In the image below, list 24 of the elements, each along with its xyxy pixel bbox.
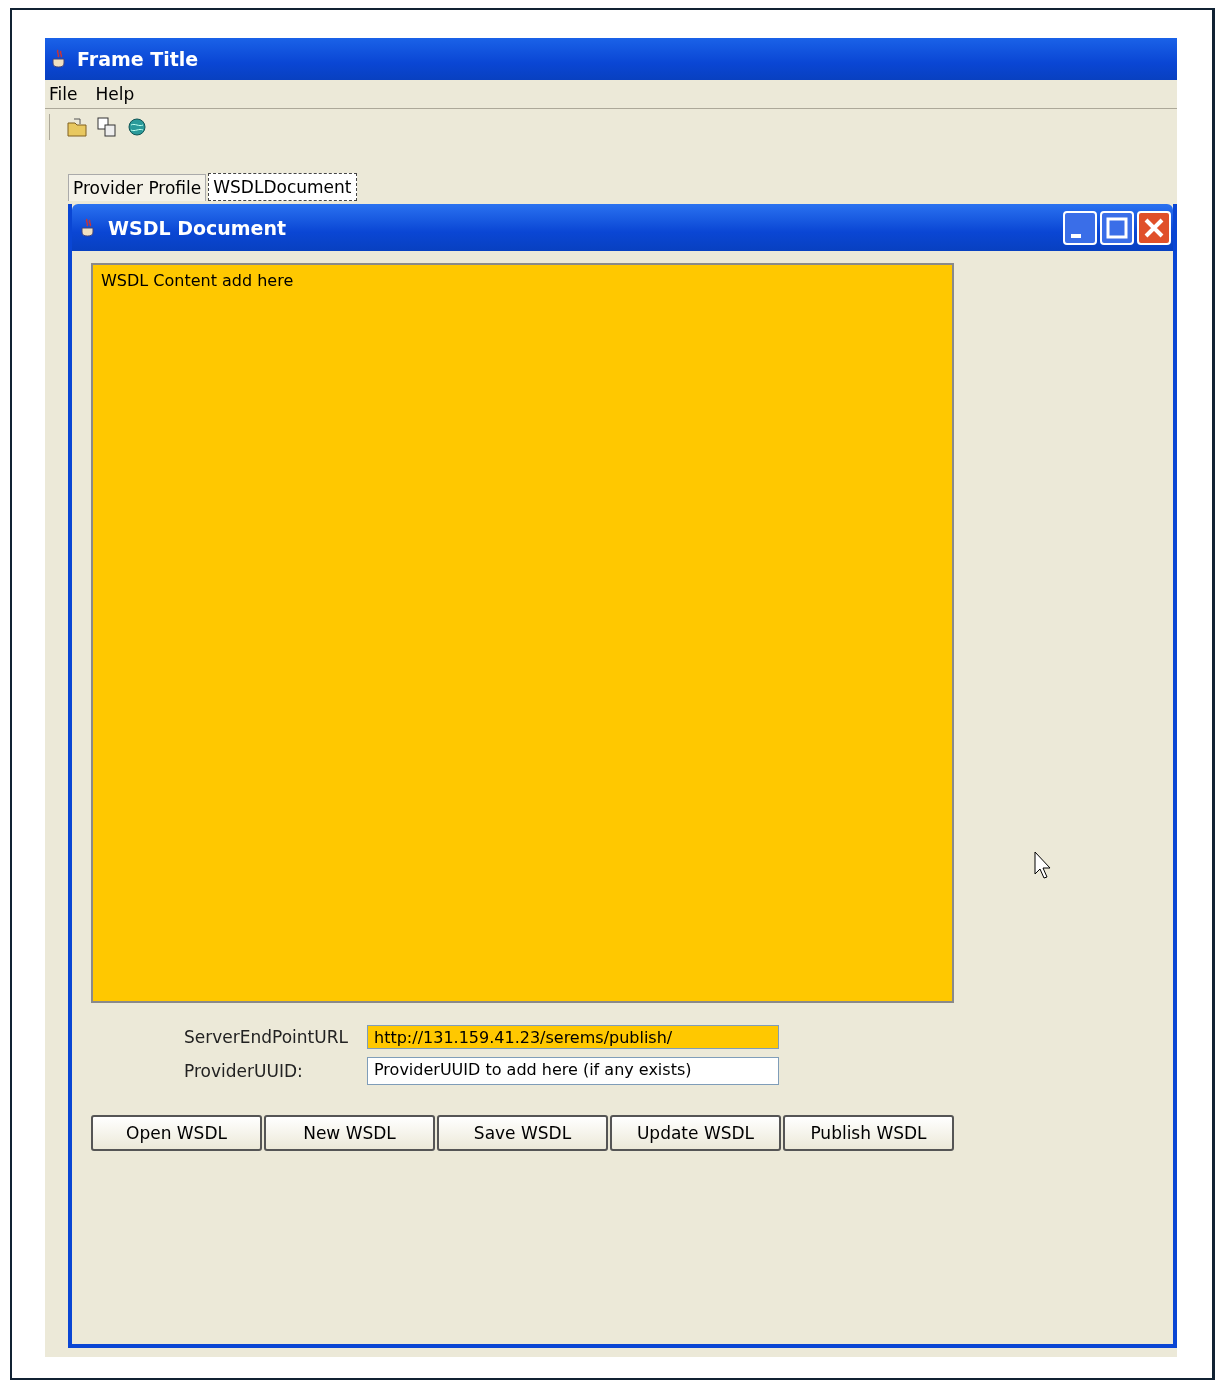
action-button[interactable]: Open WSDL [91, 1115, 262, 1151]
close-button[interactable] [1137, 210, 1171, 245]
minimize-button[interactable] [1063, 210, 1097, 245]
input-field[interactable]: http://131.159.41.23/serems/publish/ [367, 1025, 779, 1049]
action-button[interactable]: Save WSDL [437, 1115, 608, 1151]
field-label: ServerEndPointURL [184, 1027, 349, 1047]
window-title: Frame Title [77, 48, 199, 70]
globe-icon[interactable] [126, 116, 148, 138]
tab[interactable]: WSDLDocument [208, 173, 357, 201]
action-button[interactable]: Publish WSDL [783, 1115, 954, 1151]
window-title: WSDL Document [108, 216, 287, 239]
action-button[interactable]: Update WSDL [610, 1115, 781, 1151]
java-cup-icon [80, 216, 96, 239]
input-field[interactable]: ProviderUUID to add here (if any exists) [367, 1057, 779, 1085]
text-area[interactable]: WSDL Content add here [91, 263, 954, 1003]
maximize-button[interactable] [1100, 210, 1134, 245]
action-button[interactable]: New WSDL [264, 1115, 435, 1151]
menu-item[interactable]: File [49, 84, 78, 104]
tab[interactable]: Provider Profile [68, 174, 207, 201]
menu-item[interactable]: Help [95, 84, 135, 104]
mouse-pointer-icon [1034, 851, 1052, 879]
java-cup-icon [51, 49, 67, 69]
copy-icon[interactable] [96, 116, 118, 138]
field-label: ProviderUUID: [184, 1061, 304, 1081]
